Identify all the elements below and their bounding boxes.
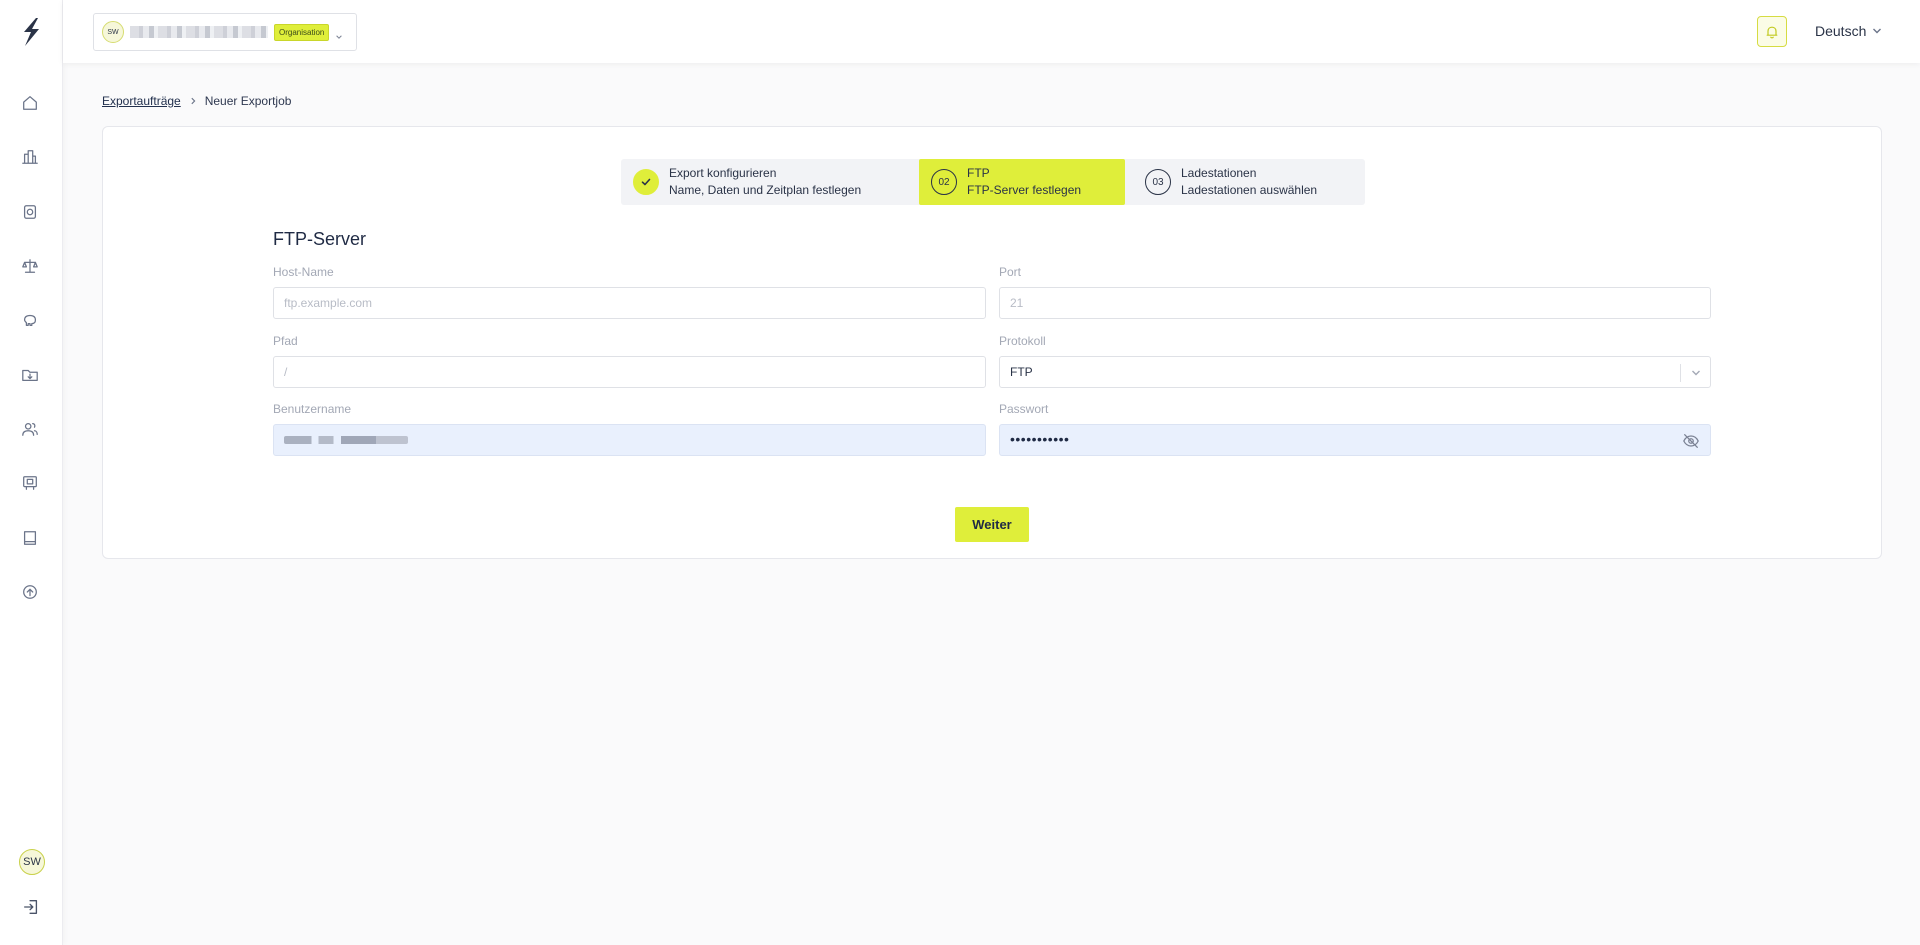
user-avatar-initials: SW [23, 856, 41, 868]
host-input[interactable]: ftp.example.com [273, 287, 986, 319]
org-name [130, 26, 268, 38]
eye-off-icon[interactable] [1682, 432, 1700, 450]
path-label: Pfad [273, 334, 298, 348]
step-title: Ladestationen [1181, 166, 1257, 180]
organisation-select[interactable]: SW Organisation [93, 13, 357, 51]
piggy-bank-icon[interactable] [18, 308, 42, 332]
home-icon[interactable] [18, 91, 42, 115]
step-text: Export konfigurieren Name, Daten und Zei… [669, 165, 861, 199]
username-value [284, 436, 408, 444]
cpu-card-icon[interactable] [18, 471, 42, 495]
org-avatar-initials: SW [107, 28, 119, 36]
step-number: 02 [931, 169, 957, 195]
language-label: Deutsch [1815, 23, 1867, 39]
upload-circle-icon[interactable] [18, 580, 42, 604]
wizard-stepper: Export konfigurieren Name, Daten und Zei… [621, 159, 1365, 205]
password-value: ••••••••••• [1010, 431, 1070, 447]
port-input[interactable]: 21 [999, 287, 1711, 319]
user-avatar[interactable]: SW [19, 849, 45, 875]
org-avatar: SW [102, 21, 124, 43]
step-charging-stations[interactable]: 03 Ladestationen Ladestationen auswählen [1125, 159, 1365, 205]
step-text: FTP FTP-Server festlegen [967, 165, 1081, 199]
host-label: Host-Name [273, 265, 334, 279]
path-input[interactable]: / [273, 356, 986, 388]
users-icon[interactable] [18, 417, 42, 441]
step-subtitle: Ladestationen auswählen [1181, 183, 1318, 197]
username-input[interactable] [273, 424, 986, 456]
chevron-down-icon [335, 28, 343, 39]
building-icon[interactable] [18, 145, 42, 169]
chevron-down-icon [1680, 364, 1710, 382]
step-subtitle: FTP-Server festlegen [967, 183, 1082, 197]
protocol-select[interactable]: FTP [999, 356, 1711, 388]
check-icon [633, 169, 659, 195]
logout-icon[interactable] [19, 895, 43, 919]
step-text: Ladestationen Ladestationen auswählen [1181, 165, 1317, 199]
chevron-down-icon [1872, 23, 1882, 39]
protocol-label: Protokoll [999, 334, 1046, 348]
scale-icon[interactable] [18, 254, 42, 278]
username-label: Benutzername [273, 402, 352, 416]
port-label: Port [999, 265, 1022, 279]
breadcrumb: Exportaufträge Neuer Exportjob [102, 94, 291, 108]
breadcrumb-current: Neuer Exportjob [204, 94, 292, 108]
notifications-bell-icon[interactable] [1757, 16, 1787, 47]
sidebar: SW [0, 0, 63, 945]
section-title: FTP-Server [273, 229, 367, 249]
step-number: 03 [1145, 169, 1171, 195]
breadcrumb-link-exports[interactable]: Exportaufträge [102, 94, 181, 108]
step-title: FTP [967, 166, 990, 180]
language-select[interactable]: Deutsch [1815, 23, 1882, 39]
export-job-card: Export konfigurieren Name, Daten und Zei… [102, 126, 1882, 559]
step-ftp[interactable]: 02 FTP FTP-Server festlegen [919, 159, 1125, 205]
top-header: SW Organisation Deutsch [63, 0, 1920, 63]
step-subtitle: Name, Daten und Zeitplan festlegen [669, 183, 862, 197]
charging-station-icon[interactable] [18, 200, 42, 224]
step-export-config[interactable]: Export konfigurieren Name, Daten und Zei… [621, 159, 919, 205]
org-type-badge: Organisation [274, 23, 330, 41]
step-title: Export konfigurieren [669, 166, 777, 180]
password-label: Passwort [999, 402, 1049, 416]
brand-logo-icon[interactable] [19, 17, 43, 47]
password-input[interactable]: ••••••••••• [999, 424, 1711, 456]
chevron-right-icon [189, 94, 197, 108]
protocol-value: FTP [1010, 365, 1033, 379]
book-icon[interactable] [18, 526, 42, 550]
folder-download-icon[interactable] [18, 363, 42, 387]
next-button[interactable]: Weiter [955, 507, 1029, 542]
